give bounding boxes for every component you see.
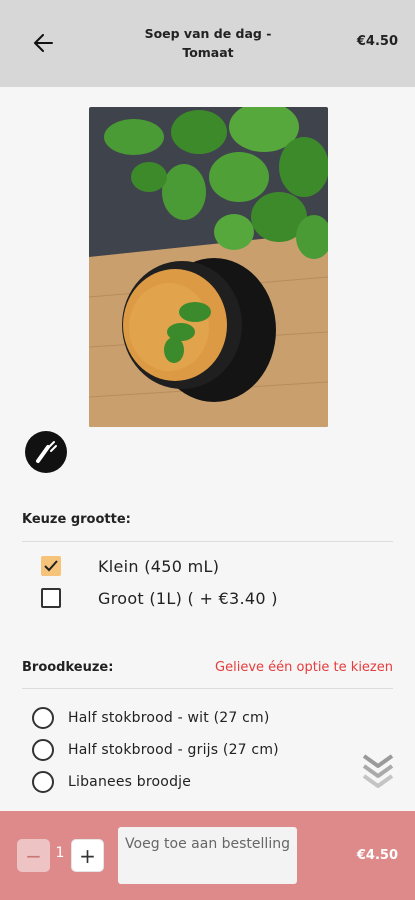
add-to-order-button[interactable]: Voeg toe aan bestelling xyxy=(118,827,297,884)
size-option-large[interactable]: Groot (1L) ( + €3.40 ) xyxy=(41,588,278,608)
radio-button[interactable] xyxy=(32,739,54,761)
quantity-value: 1 xyxy=(55,845,65,861)
bread-option-white[interactable]: Half stokbrood - wit (27 cm) xyxy=(32,707,270,729)
page-title: Soep van de dag - Tomaat xyxy=(144,26,272,60)
checkmark-icon xyxy=(44,560,58,572)
vegetarian-icon xyxy=(25,431,67,473)
bread-option-grey[interactable]: Half stokbrood - grijs (27 cm) xyxy=(32,739,279,761)
back-button[interactable] xyxy=(28,28,58,58)
bread-option-lebanese[interactable]: Libanees broodje xyxy=(32,771,191,793)
bread-required-warning: Gelieve één optie te kiezen xyxy=(215,660,393,675)
bread-option-label: Libanees broodje xyxy=(68,774,192,790)
back-arrow-icon xyxy=(34,34,53,52)
header: Soep van de dag - Tomaat €4.50 xyxy=(0,0,415,87)
radio-button[interactable] xyxy=(32,707,54,729)
divider xyxy=(22,541,393,542)
divider xyxy=(22,688,393,689)
checkbox[interactable] xyxy=(41,556,61,576)
bread-option-label: Half stokbrood - grijs (27 cm) xyxy=(68,742,279,758)
increase-quantity-button[interactable]: + xyxy=(71,839,104,872)
radio-button[interactable] xyxy=(32,771,54,793)
size-section-title: Keuze grootte: xyxy=(22,512,131,527)
bread-option-label: Half stokbrood - wit (27 cm) xyxy=(68,710,270,726)
decrease-quantity-button[interactable]: − xyxy=(17,839,50,872)
checkbox[interactable] xyxy=(41,588,61,608)
scroll-down-icon[interactable] xyxy=(360,752,396,794)
bread-section-title: Broodkeuze: xyxy=(22,660,114,675)
product-image xyxy=(89,107,328,427)
size-option-label: Groot (1L) ( + €3.40 ) xyxy=(98,588,278,608)
header-price: €4.50 xyxy=(356,34,398,49)
footer-price: €4.50 xyxy=(356,848,398,863)
size-option-label: Klein (450 mL) xyxy=(98,556,220,576)
size-option-small[interactable]: Klein (450 mL) xyxy=(41,556,219,576)
